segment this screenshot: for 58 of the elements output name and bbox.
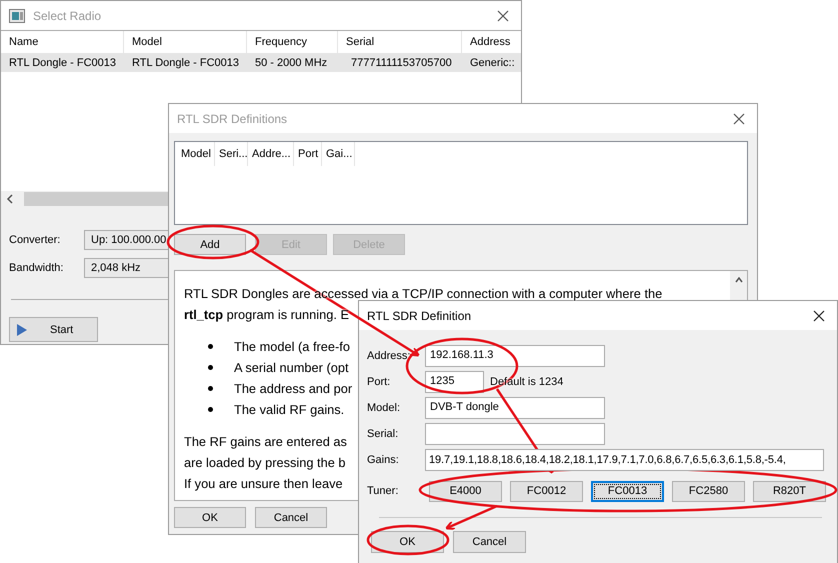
column-header[interactable]: Seri... (215, 142, 248, 166)
column-header[interactable]: Port (294, 142, 322, 166)
field-label: Converter: (9, 234, 62, 246)
input-field[interactable]: 19.7,19.1,18.8,18.6,18.4,18.2,18.1,17.9,7.1,7.0,6.8,6.7,6.5,6.3,6.1,5.8,-5.4, (425, 449, 824, 471)
close-icon[interactable] (733, 112, 745, 124)
tuner-button[interactable]: E4000 (429, 480, 502, 502)
list-row[interactable]: RTL Dongle - FC0013 RTL Dongle - FC0013 50 - 2000 MHz 77771111153705700 Generic:: (1, 53, 521, 72)
list-item: A serial number (opt (234, 359, 349, 377)
table-cell-text: RTL Dongle - FC0013 (8, 56, 117, 68)
window-title: RTL SDR Definition (367, 308, 472, 322)
input-field[interactable] (425, 423, 605, 445)
annotation-arrow (445, 504, 498, 530)
bullet-icon (208, 386, 213, 391)
window-title: Select Radio (33, 8, 102, 22)
dialog-button[interactable]: Cancel (255, 507, 327, 528)
column-header[interactable]: Addre... (248, 142, 294, 166)
input-field[interactable]: 1235 (425, 371, 484, 393)
table-cell-text: 50 - 2000 MHz (254, 56, 328, 68)
column-header[interactable]: Gai... (322, 142, 355, 166)
field-label: Model: (367, 402, 402, 414)
list-item: The model (a free-fo (234, 338, 350, 356)
help-text: rtl_tcp program is running. E (184, 306, 350, 324)
help-text: are loaded by pressing the b (184, 454, 346, 472)
list-item: The valid RF gains. (234, 401, 344, 419)
table-cell-text: Generic:: (469, 56, 516, 68)
tuner-button[interactable]: R820T (753, 480, 826, 502)
bullet-icon (208, 365, 213, 370)
dialog-button[interactable]: OK (174, 507, 246, 528)
bullet-icon (208, 407, 213, 412)
window-title: RTL SDR Definitions (177, 112, 288, 126)
table-cell-text: 77771111153705700 (350, 56, 453, 68)
field-label: Gains: (367, 454, 400, 466)
column-header[interactable]: Model (177, 142, 215, 166)
close-icon[interactable] (497, 10, 509, 22)
field-label: Tuner: (367, 485, 400, 497)
start-button[interactable]: Start (9, 317, 98, 342)
list-item: The address and por (234, 380, 352, 398)
help-text: If you are unsure then leave (184, 475, 343, 493)
input-field[interactable]: DVB-T dongle (425, 397, 605, 419)
tuner-button[interactable]: FC2580 (672, 480, 745, 502)
close-icon[interactable] (813, 310, 825, 322)
dialog-button[interactable]: Cancel (453, 531, 526, 553)
window-icon (9, 8, 25, 22)
action-button[interactable]: Add (174, 234, 246, 255)
scroll-left-icon[interactable] (6, 194, 14, 204)
bullet-icon (208, 344, 213, 349)
field-label: Port: (367, 376, 392, 388)
tuner-button[interactable]: FC0013 (591, 480, 664, 502)
help-text: The RF gains are entered as (184, 433, 347, 451)
field-label: Bandwidth: (9, 262, 64, 274)
scroll-up-icon[interactable] (734, 277, 742, 283)
tuner-button[interactable]: FC0012 (510, 480, 583, 502)
field-label: Address: (367, 350, 412, 362)
play-icon (16, 322, 28, 336)
input-field[interactable]: 192.168.11.3 (425, 345, 605, 367)
table-cell-text: RTL Dongle - FC0013 (131, 56, 240, 68)
dialog-button[interactable]: OK (371, 531, 444, 553)
field-label: Serial: (367, 428, 400, 440)
